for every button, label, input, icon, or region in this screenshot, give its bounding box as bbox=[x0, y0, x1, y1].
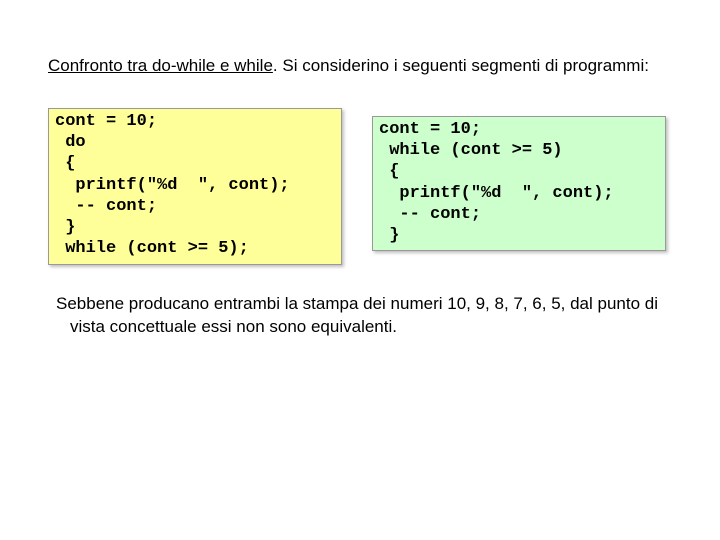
paragraph: Sebbene producano entrambi la stampa dei… bbox=[48, 293, 672, 339]
slide-content: Confronto tra do-while e while. Si consi… bbox=[0, 0, 720, 339]
code-box-do-while: cont = 10; do { printf("%d ", cont); -- … bbox=[48, 108, 342, 265]
heading-rest: . Si considerino i seguenti segmenti di … bbox=[273, 56, 649, 75]
code-row: cont = 10; do { printf("%d ", cont); -- … bbox=[48, 108, 672, 265]
heading: Confronto tra do-while e while. Si consi… bbox=[48, 55, 672, 78]
code-box-while: cont = 10; while (cont >= 5) { printf("%… bbox=[372, 116, 666, 252]
heading-underlined: Confronto tra do-while e while bbox=[48, 56, 273, 75]
